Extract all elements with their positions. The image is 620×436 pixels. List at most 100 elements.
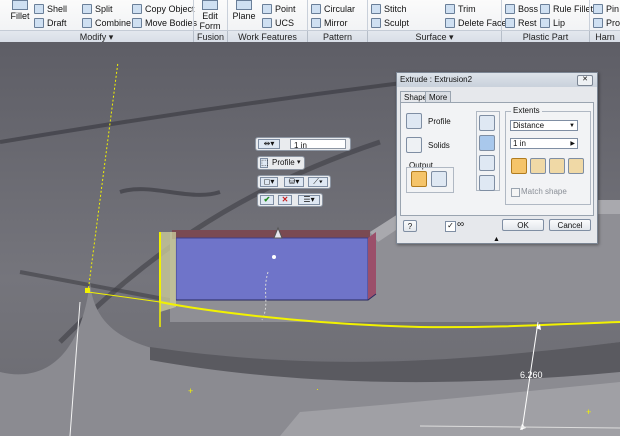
chevron-down-icon[interactable]: ▾ [297, 157, 301, 169]
cancel-button[interactable]: Cancel [549, 219, 591, 231]
more-menu-icon[interactable]: ☰▾ [298, 195, 320, 205]
preview-checkbox[interactable]: ✓ [445, 221, 456, 232]
background-geometry [0, 80, 411, 144]
extrusion-preview-end [160, 232, 176, 312]
distance-direction-icon[interactable]: ⇹▾ [258, 139, 280, 149]
split-button[interactable]: Split [82, 2, 113, 16]
point-icon [262, 4, 272, 14]
solids-label: Solids [428, 141, 450, 150]
profile-label: Profile [428, 117, 451, 126]
sketch-point: · [316, 384, 319, 394]
glasses-preview-icon: ∞ [457, 219, 465, 230]
ribbon-separator [193, 0, 194, 30]
stitch-button[interactable]: Stitch [371, 2, 407, 16]
copy-object-label: Copy Object [145, 4, 195, 14]
combine-label: Combine [95, 18, 132, 28]
prop-label: Prop [606, 18, 620, 28]
direction2-icon[interactable] [530, 158, 546, 174]
sculpt-icon [371, 18, 381, 28]
split-icon [82, 4, 92, 14]
move-bodies-icon [132, 18, 142, 28]
new-solid-icon[interactable] [479, 175, 495, 191]
chevron-down-icon: ▼ [569, 123, 575, 129]
extrude-dialog: Extrude : Extrusion2 ✕ Shape More Profil… [396, 72, 598, 244]
trim-icon [445, 4, 455, 14]
move-bodies-button[interactable]: Move Bodies [132, 16, 197, 30]
shell-label: Shell [47, 4, 68, 14]
distance-mini-toolbar: ⇹▾ 1 in [255, 137, 351, 151]
mirror-button[interactable]: Mirror [311, 16, 348, 30]
solids-select-icon[interactable] [406, 137, 422, 153]
match-shape-label: Match shape [521, 187, 567, 196]
drag-grip [272, 255, 276, 259]
intersect-icon[interactable] [479, 155, 495, 171]
dimension-value[interactable]: 6.260 [520, 370, 543, 380]
rest-button[interactable]: Rest [505, 16, 537, 30]
trim-button[interactable]: Trim [445, 2, 476, 16]
output-surface-icon[interactable] [431, 171, 447, 187]
shell-button[interactable]: Shell [34, 2, 67, 16]
plane-icon [236, 0, 252, 10]
action-mini-toolbar: ✔ ✕ ☰▾ [257, 193, 323, 207]
boss-label: Boss [518, 4, 539, 14]
direction-dropdown-icon[interactable]: ⟋▾ [308, 177, 328, 187]
ribbon-separator [367, 0, 368, 30]
profile-mini-toolbar: ⬚ Profile ▾ [257, 156, 305, 170]
ribbon-separator [589, 0, 590, 30]
distance-field[interactable]: 1 in ▶ [510, 138, 578, 149]
boss-button[interactable]: Boss [505, 2, 538, 16]
ok-check-icon[interactable]: ✔ [260, 195, 274, 205]
symmetric-icon[interactable] [549, 158, 565, 174]
extrusion-preview-side [368, 232, 376, 300]
pin-label: Pin G [606, 4, 620, 14]
point-button[interactable]: Point [262, 2, 296, 16]
profile-button[interactable]: Profile [272, 157, 295, 169]
cancel-x-icon[interactable]: ✕ [278, 195, 292, 205]
ribbon-separator [307, 0, 308, 30]
profile-select-icon[interactable] [406, 113, 422, 129]
shape-panel: Profile Solids Output Extents Distance ▼ … [400, 102, 594, 216]
sculpt-label: Sculpt [384, 18, 410, 28]
edit-form-button[interactable]: Edit Form [197, 0, 223, 31]
properties-button[interactable]: Prop [593, 16, 620, 30]
output-solid-icon[interactable] [411, 171, 427, 187]
draft-icon [34, 18, 44, 28]
plane-button[interactable]: Plane [231, 0, 257, 21]
rule-fillet-button[interactable]: Rule Fillet [540, 2, 593, 16]
chevron-right-icon: ▶ [570, 141, 575, 147]
circular-button[interactable]: Circular [311, 2, 355, 16]
distance-input[interactable]: 1 in [290, 139, 346, 150]
match-shape-checkbox[interactable] [511, 188, 520, 197]
output-dropdown-icon[interactable]: ◻▾ [260, 177, 278, 187]
draft-label: Draft [47, 18, 67, 28]
options-mini-toolbar: ◻▾ ⛁▾ ⟋▾ [257, 175, 331, 189]
dialog-title[interactable]: Extrude : Extrusion2 [397, 73, 597, 87]
asymmetric-icon[interactable] [568, 158, 584, 174]
combine-icon [82, 18, 92, 28]
rest-label: Rest [518, 18, 537, 28]
ucs-button[interactable]: UCS [262, 16, 294, 30]
combine-button[interactable]: Combine [82, 16, 131, 30]
cut-icon[interactable] [479, 135, 495, 151]
lip-button[interactable]: Lip [540, 16, 565, 30]
ok-button[interactable]: OK [502, 219, 544, 231]
profile-icon: ⬚ [260, 158, 269, 168]
copy-object-icon [132, 4, 142, 14]
extents-dropdown[interactable]: Distance ▼ [510, 120, 578, 131]
draft-button[interactable]: Draft [34, 16, 67, 30]
close-icon[interactable]: ✕ [577, 75, 593, 86]
copy-object-button[interactable]: Copy Object [132, 2, 195, 16]
pin-group-button[interactable]: Pin G [593, 2, 620, 16]
join-icon[interactable] [479, 115, 495, 131]
delete-face-button[interactable]: Delete Face [445, 16, 507, 30]
fillet-button[interactable]: Fillet [8, 0, 32, 21]
sketch-point: + [188, 386, 193, 396]
lip-label: Lip [553, 18, 566, 28]
trim-label: Trim [458, 4, 476, 14]
operation-dropdown-icon[interactable]: ⛁▾ [284, 177, 304, 187]
fillet-icon [12, 0, 28, 10]
help-button[interactable]: ? [403, 220, 417, 232]
direction1-icon[interactable] [511, 158, 527, 174]
collapse-arrow-icon[interactable]: ▲ [493, 236, 500, 243]
sculpt-button[interactable]: Sculpt [371, 16, 409, 30]
